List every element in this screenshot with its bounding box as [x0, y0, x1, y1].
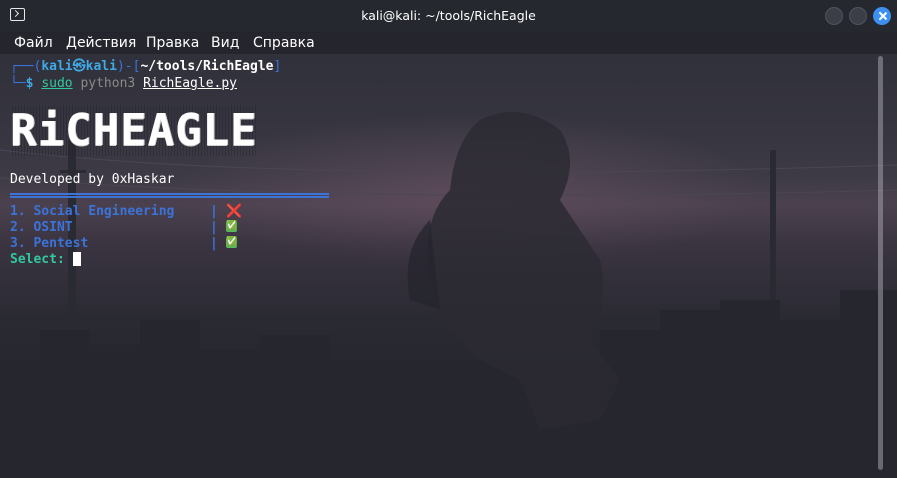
menu-bar: Файл Действия Правка Вид Справка: [0, 32, 897, 54]
window-titlebar[interactable]: kali@kali: ~/tools/RichEagle: [0, 0, 897, 33]
option-row: 1. Social Engineering | ❌: [10, 204, 242, 220]
status-cross-icon: ❌: [226, 204, 243, 219]
terminal-output[interactable]: ┌──(kali㉿kali)-[~/tools/RichEagle] └─$ s…: [10, 58, 870, 106]
prompt-corner-top: ┌──(: [10, 59, 42, 74]
terminal-cursor: [72, 252, 81, 266]
richeagle-banner: RiCHEAGLE: [10, 105, 258, 156]
command-python: python3: [80, 76, 136, 91]
prompt-host: kali: [85, 59, 117, 74]
menu-help[interactable]: Справка: [253, 35, 315, 51]
vertical-scrollbar[interactable]: [878, 56, 883, 470]
close-button[interactable]: [873, 7, 891, 25]
prompt-line-1: ┌──(kali㉿kali)-[~/tools/RichEagle]: [10, 59, 281, 75]
menu-file[interactable]: Файл: [14, 35, 53, 51]
minimize-button[interactable]: [825, 7, 843, 25]
prompt-corner-bottom: └─: [10, 76, 26, 91]
prompt-close: ]: [273, 59, 282, 74]
separator-line: [10, 193, 329, 198]
options-menu: 1. Social Engineering | ❌ 2. OSINT | ✅ 3. Pe…: [10, 204, 870, 284]
option-separator: |: [210, 236, 218, 251]
prompt-mid: )-[: [116, 59, 141, 74]
prompt-line-2: └─$ sudo python3 RichEagle.py: [10, 76, 237, 92]
option-label: 2. OSINT: [10, 220, 73, 235]
maximize-button[interactable]: [849, 7, 867, 25]
status-check-icon: ✅: [226, 237, 238, 248]
prompt-dollar: $: [25, 76, 34, 91]
developed-by-text: Developed by 0xHaskar: [10, 172, 175, 187]
program-output: Developed by 0xHaskar: [10, 172, 870, 204]
option-label: 3. Pentest: [10, 236, 89, 251]
select-line[interactable]: Select:: [10, 252, 81, 268]
menu-view[interactable]: Вид: [211, 35, 239, 51]
option-row: 3. Pentest | ✅: [10, 236, 237, 252]
option-row: 2. OSINT | ✅: [10, 220, 237, 236]
command-file: RichEagle.py: [143, 76, 237, 91]
prompt-user: kali: [41, 59, 73, 74]
command-sudo: sudo: [41, 76, 73, 91]
select-prompt: Select:: [10, 252, 65, 267]
option-label: 1. Social Engineering: [10, 204, 175, 219]
option-separator: |: [210, 204, 218, 219]
status-check-icon: ✅: [226, 221, 238, 232]
window-title: kali@kali: ~/tools/RichEagle: [361, 8, 536, 23]
prompt-path: ~/tools/RichEagle: [140, 59, 274, 74]
menu-actions[interactable]: Действия: [66, 35, 136, 51]
prompt-at-symbol: ㉿: [72, 59, 86, 74]
option-separator: |: [210, 220, 218, 235]
menu-edit[interactable]: Правка: [146, 35, 199, 51]
